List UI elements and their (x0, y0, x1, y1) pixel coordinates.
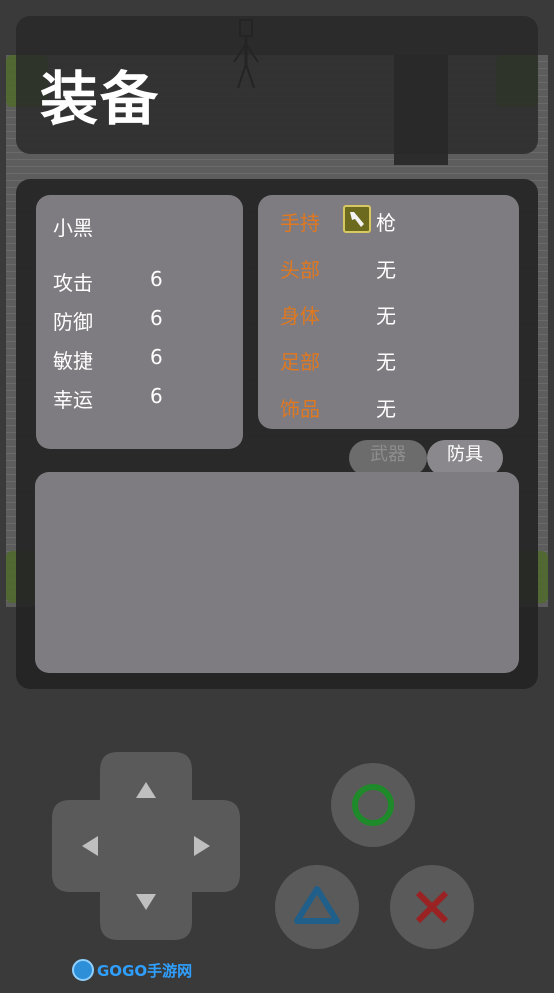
tab-armor[interactable]: 防具 (427, 440, 503, 476)
gun-icon (343, 205, 371, 233)
watermark-text: GOGO手游网 (97, 961, 193, 980)
circle-button[interactable] (331, 763, 415, 847)
slot-value-feet[interactable]: 无 (376, 346, 396, 375)
tab-weapon[interactable]: 武器 (349, 440, 427, 476)
slot-label-head[interactable]: 头部 (280, 254, 320, 283)
slot-value-body[interactable]: 无 (376, 300, 396, 329)
circle-icon (352, 784, 394, 826)
stat-label-luck: 幸运 (53, 388, 93, 412)
slot-value-hand[interactable]: 枪 (376, 207, 396, 236)
stat-value-defense: 6 (150, 306, 163, 330)
slot-label-body[interactable]: 身体 (280, 300, 320, 329)
watermark-logo: GOGO手游网 (72, 957, 192, 983)
triangle-button[interactable] (275, 865, 359, 949)
cross-button[interactable] (390, 865, 474, 949)
slot-value-head[interactable]: 无 (376, 254, 396, 283)
stat-label-agility: 敏捷 (53, 349, 93, 373)
stat-value-luck: 6 (150, 384, 163, 408)
cross-icon (415, 890, 449, 924)
stat-value-attack: 6 (150, 267, 163, 291)
slot-label-hand[interactable]: 手持 (280, 207, 320, 236)
logo-badge-icon (72, 959, 94, 981)
slot-label-feet[interactable]: 足部 (280, 346, 320, 375)
stat-value-agility: 6 (150, 345, 163, 369)
stat-label-attack: 攻击 (53, 271, 93, 295)
dpad[interactable] (52, 752, 240, 940)
item-description-panel (35, 472, 519, 673)
slot-label-accessory[interactable]: 饰品 (280, 393, 320, 422)
triangle-icon (294, 886, 340, 924)
character-name: 小黑 (53, 216, 93, 240)
slot-value-accessory[interactable]: 无 (376, 393, 396, 422)
page-title: 装备 (40, 65, 161, 133)
stat-label-defense: 防御 (53, 310, 93, 334)
